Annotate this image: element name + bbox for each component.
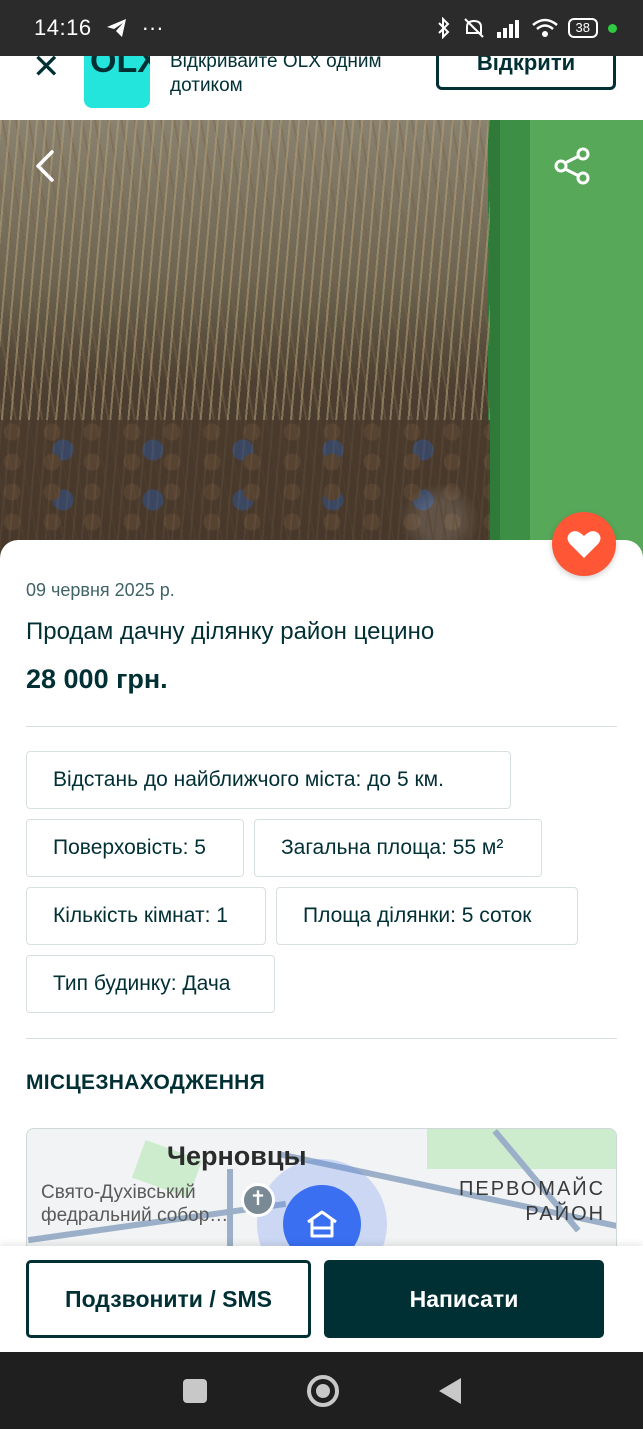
share-icon[interactable] xyxy=(552,146,592,186)
bluetooth-icon xyxy=(437,17,449,39)
write-message-button[interactable]: Написати xyxy=(324,1260,604,1338)
house-icon xyxy=(307,1210,337,1238)
listing-price: 28 000 грн. xyxy=(26,664,168,694)
signal-icon xyxy=(496,20,519,38)
app-banner: ✕ OLX Відкривайте OLX одним дотиком Відк… xyxy=(0,56,643,120)
open-app-button[interactable]: Відкрити xyxy=(436,56,616,90)
map-city-label: Черновцы xyxy=(167,1141,307,1171)
wifi-icon xyxy=(531,18,558,37)
location-heading: МІСЦЕЗНАХОДЖЕННЯ xyxy=(26,1071,266,1094)
divider xyxy=(26,1038,617,1039)
back-nav-icon[interactable] xyxy=(438,1377,461,1404)
listing-date: 09 червня 2025 р. xyxy=(26,580,175,600)
location-map[interactable]: Черновцы Свято-Духівський федральний соб… xyxy=(26,1128,617,1258)
back-icon[interactable] xyxy=(28,148,64,184)
param-tag: Відстань до найближчого міста: до 5 км. xyxy=(26,751,511,809)
mute-icon xyxy=(463,18,484,38)
param-tag: Кількість кімнат: 1 xyxy=(26,887,266,945)
more-notifications-icon: ··· xyxy=(141,15,164,40)
banner-text: Відкривайте OLX одним дотиком xyxy=(170,56,382,96)
recents-icon[interactable] xyxy=(182,1378,207,1403)
battery-indicator: 38 xyxy=(567,18,598,38)
map-poi-label: Свято-Духівський федральний собор… xyxy=(41,1182,229,1226)
param-tag: Загальна площа: 55 м² xyxy=(254,819,542,877)
call-sms-button[interactable]: Подзвонити / SMS xyxy=(26,1260,311,1338)
status-time: 14:16 xyxy=(34,15,92,40)
home-icon[interactable] xyxy=(306,1374,339,1407)
param-tag: Площа ділянки: 5 соток xyxy=(276,887,578,945)
heart-icon xyxy=(567,531,601,558)
status-bar: 14:16 ··· 38 xyxy=(0,0,643,56)
listing-photo[interactable] xyxy=(0,120,643,560)
photo-ground xyxy=(0,420,490,560)
system-nav-bar xyxy=(0,1352,643,1429)
listing-title: Продам дачну ділянку район цецино xyxy=(26,618,435,645)
close-banner-icon[interactable]: ✕ xyxy=(32,56,61,84)
olx-logo: OLX xyxy=(84,56,150,108)
param-tag: Поверховість: 5 xyxy=(26,819,244,877)
map-district-label: ПЕРВОМАЙС РАЙОН xyxy=(459,1178,606,1225)
telegram-icon xyxy=(106,19,126,37)
param-tag: Тип будинку: Дача xyxy=(26,955,275,1013)
church-icon: ✝ xyxy=(241,1183,275,1217)
divider xyxy=(26,726,617,727)
privacy-dot xyxy=(608,23,617,33)
favorite-button[interactable] xyxy=(552,512,616,576)
